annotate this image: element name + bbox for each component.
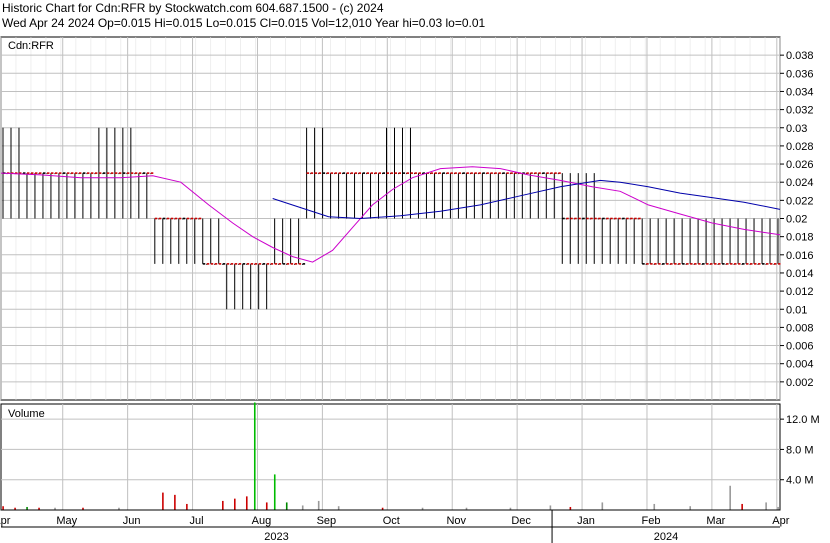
volume-tick-label: 8.0 M	[786, 444, 814, 456]
price-volume-chart: 0.038 0.036 0.034 0.032 0.03 0.028 0.026 0.024 0…	[0, 36, 820, 543]
month-label: May	[56, 515, 77, 527]
month-label: Apr	[772, 515, 789, 527]
volume-bar	[741, 503, 743, 510]
month-label: Sep	[317, 515, 337, 527]
volume-bar	[273, 474, 276, 510]
price-tick-label: 0.03	[786, 123, 807, 135]
volume-tick-label: 12.0 M	[786, 414, 820, 426]
price-tick-label: 0.008	[786, 322, 814, 334]
month-label: Oct	[383, 515, 400, 527]
price-tick-label: 0.038	[786, 50, 814, 62]
price-tick-label: 0.024	[786, 177, 814, 189]
volume-bar	[245, 496, 248, 510]
volume-bar	[253, 402, 256, 510]
price-panel-title: Cdn:RFR	[8, 40, 54, 52]
price-tick-label: 0.002	[786, 377, 814, 389]
month-label: Jul	[190, 515, 204, 527]
volume-bar	[174, 494, 176, 510]
volume-bar	[729, 485, 731, 510]
volume-bar	[285, 502, 288, 510]
month-label: Jun	[123, 515, 141, 527]
volume-bar	[222, 500, 224, 510]
year-label: 2024	[654, 531, 678, 543]
volume-bar	[765, 502, 767, 510]
year-label: 2023	[264, 531, 288, 543]
price-tick-label: 0.028	[786, 141, 814, 153]
month-label: Apr	[0, 515, 11, 527]
month-label: Dec	[511, 515, 531, 527]
month-label: Feb	[641, 515, 660, 527]
volume-bar	[162, 492, 164, 510]
month-label: Jan	[577, 515, 595, 527]
price-tick-label: 0.022	[786, 195, 814, 207]
volume-bar	[337, 506, 340, 510]
volume-bar	[601, 502, 604, 510]
volume-panel-title: Volume	[8, 408, 45, 420]
price-tick-label: 0.026	[786, 159, 814, 171]
volume-bar	[2, 506, 4, 510]
volume-bar	[549, 505, 552, 510]
volume-bar	[301, 505, 304, 510]
price-tick-label: 0.004	[786, 359, 814, 371]
price-tick-label: 0.01	[786, 304, 807, 316]
volume-bar	[689, 506, 692, 510]
volume-bar	[317, 500, 320, 510]
price-tick-label: 0.006	[786, 341, 814, 353]
volume-panel	[0, 403, 781, 511]
price-tick-label: 0.018	[786, 232, 814, 244]
volume-bar	[265, 502, 268, 510]
price-tick-label: 0.032	[786, 105, 814, 117]
price-tick-label: 0.034	[786, 86, 814, 98]
month-label: Nov	[446, 515, 466, 527]
price-tick-label: 0.036	[786, 68, 814, 80]
price-tick-label: 0.012	[786, 286, 814, 298]
volume-bar	[234, 498, 236, 510]
month-label: Mar	[706, 515, 725, 527]
price-tick-label: 0.02	[786, 214, 807, 226]
volume-tick-label: 4.0 M	[786, 475, 814, 487]
month-label: Aug	[252, 515, 272, 527]
volume-bar	[653, 503, 656, 510]
price-tick-label: 0.014	[786, 268, 814, 280]
volume-bar	[186, 503, 188, 510]
price-tick-label: 0.016	[786, 250, 814, 262]
